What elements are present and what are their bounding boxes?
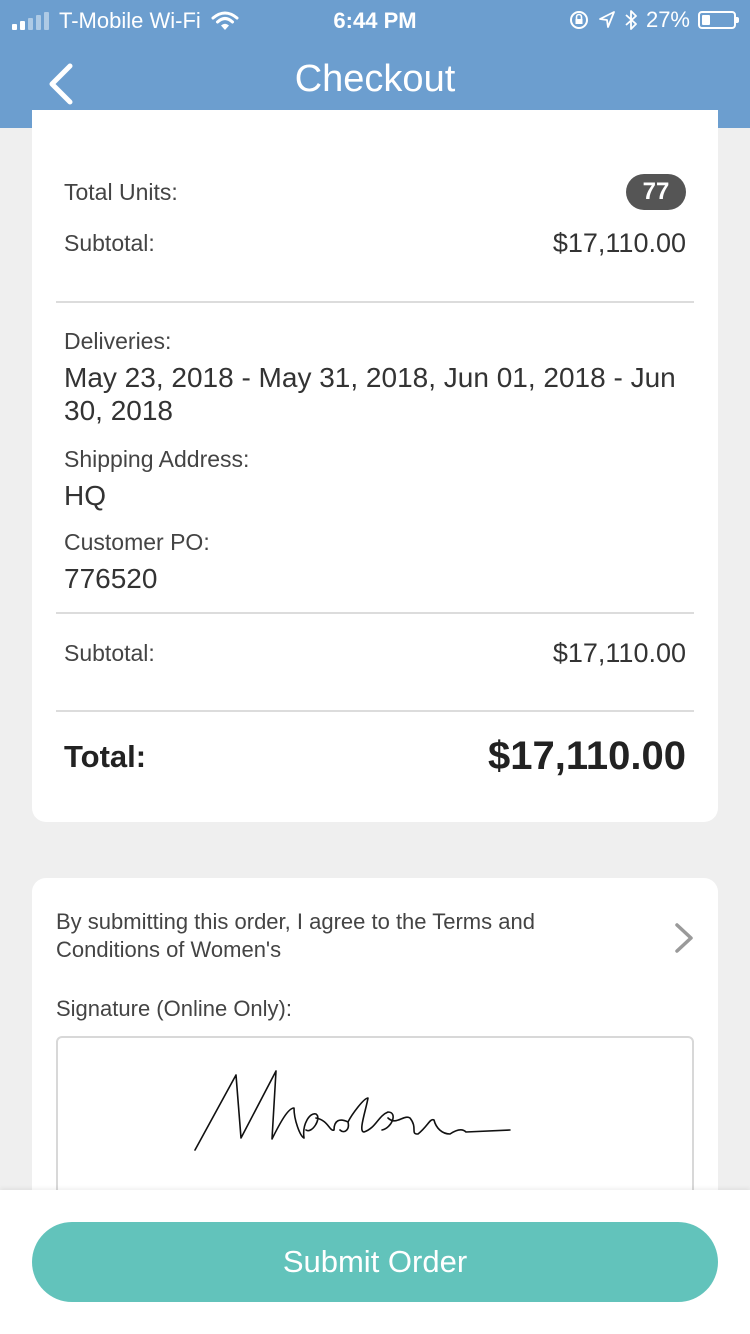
status-bar: T-Mobile Wi-Fi 6:44 PM 27% (0, 0, 750, 40)
total-value: $17,110.00 (488, 734, 686, 778)
total-row: Total: $17,110.00 (64, 734, 686, 779)
shipping-address-field: Shipping Address: HQ (64, 446, 686, 512)
battery-icon (698, 11, 739, 29)
page-title: Checkout (294, 58, 456, 100)
subtotal-row: Subtotal: $17,110.00 (64, 228, 686, 259)
divider (56, 710, 694, 712)
submit-order-button[interactable]: Submit Order (32, 1222, 718, 1302)
signature-pad[interactable] (56, 1036, 694, 1206)
divider (56, 301, 694, 303)
customer-po-field: Customer PO: 776520 (64, 529, 686, 595)
bottom-action-bar: Submit Order (0, 1190, 750, 1334)
deliveries-field: Deliveries: May 23, 2018 - May 31, 2018,… (64, 328, 686, 427)
total-units-badge: 77 (626, 174, 686, 210)
customer-po-label: Customer PO: (64, 529, 210, 555)
total-label: Total: (64, 738, 147, 774)
terms-text[interactable]: By submitting this order, I agree to the… (56, 908, 616, 964)
subtotal-label-2: Subtotal: (64, 640, 155, 666)
terms-card: By submitting this order, I agree to the… (32, 878, 718, 1208)
subtotal-value-2: $17,110.00 (552, 638, 686, 668)
deliveries-label: Deliveries: (64, 328, 172, 354)
total-units-row: Total Units: 77 (64, 174, 686, 210)
deliveries-value: May 23, 2018 - May 31, 2018, Jun 01, 201… (64, 362, 676, 426)
subtotal-row-2: Subtotal: $17,110.00 (64, 638, 686, 669)
bluetooth-icon (625, 10, 637, 30)
terms-link[interactable] (672, 920, 696, 956)
subtotal-label: Subtotal: (64, 230, 155, 256)
signature-label: Signature (Online Only): (56, 996, 292, 1021)
signature-drawing (194, 1070, 511, 1151)
shipping-address-label: Shipping Address: (64, 446, 250, 472)
battery-fill (702, 15, 710, 25)
orientation-lock-icon (569, 11, 588, 29)
total-units-label: Total Units: (64, 178, 178, 205)
location-icon (599, 11, 615, 28)
order-summary-card: Total Units: 77 Subtotal: $17,110.00 Del… (32, 110, 718, 822)
status-right: 27% (568, 7, 739, 33)
divider (56, 612, 694, 614)
battery-percent: 27% (645, 7, 690, 32)
chevron-right-icon (675, 923, 693, 953)
customer-po-value: 776520 (64, 563, 158, 594)
subtotal-value: $17,110.00 (552, 228, 686, 258)
shipping-address-value: HQ (64, 480, 106, 511)
